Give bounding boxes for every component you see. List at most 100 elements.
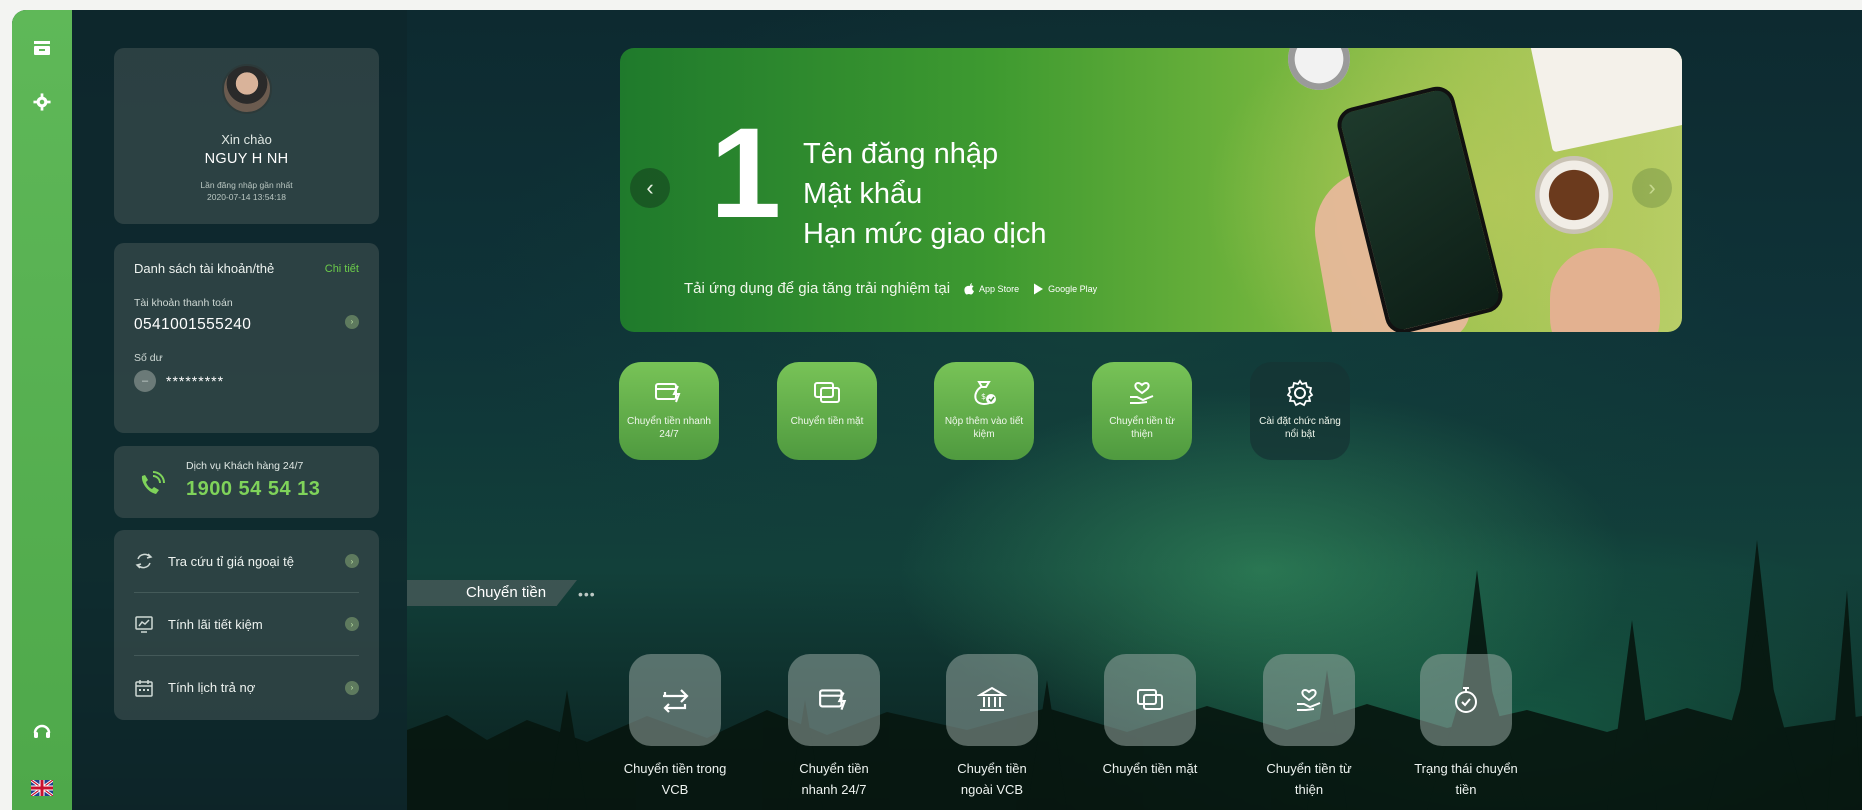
cash-transfer-icon [812,378,842,408]
cash-transfer-icon [1137,689,1163,710]
transfer-within-vcb[interactable]: Chuyển tiền trong VCB [615,654,735,800]
quick-action-feature-settings[interactable]: Cài đặt chức năng nổi bật [1250,362,1350,460]
balance-value: ********* [166,373,225,389]
transfer-action-text: Chuyển tiền từ thiện [1266,761,1352,797]
transfer-fast-247[interactable]: Chuyển tiền nhanh 24/7 [774,654,894,800]
app-store-badge[interactable]: App Store [964,282,1020,295]
hotline-label: Dịch vụ Khách hàng 24/7 [186,460,304,472]
accounts-detail-link[interactable]: Chi tiết [325,263,359,275]
phone-icon [141,471,165,494]
transfer-action-text: Trạng thái chuyển tiền [1414,761,1518,797]
app-store-label: App Store [979,283,1020,294]
transfer-status[interactable]: Trạng thái chuyển tiền [1406,654,1526,800]
last-login-label: Lần đăng nhập gần nhất [200,180,293,190]
headset-icon[interactable] [30,720,54,744]
banner-line: Tên đăng nhập [803,138,999,170]
transfer-action-label: Trạng thái chuyển tiền [1406,758,1526,800]
exchange-icon [134,551,154,571]
svg-text:$: $ [981,392,986,401]
tool-label: Tính lịch trả nợ [168,680,256,695]
chevron-right-icon: › [345,680,359,695]
user-name: NGUY H NH [204,151,289,167]
banner-line: Hạn mức giao dịch [803,218,1047,250]
last-login: Lần đăng nhập gần nhất 2020-07-14 13:54:… [114,179,379,203]
section-title: Chuyển tiền [466,584,547,601]
tool-savings-interest[interactable]: Tính lãi tiết kiệm › [134,593,359,656]
avatar[interactable] [222,64,272,114]
hotline-card[interactable]: Dịch vụ Khách hàng 24/7 1900 54 54 13 [114,446,379,518]
chevron-right-icon[interactable]: › [345,314,359,329]
play-icon [1034,283,1044,294]
bank-icon [977,686,1007,711]
tool-label: Tính lãi tiết kiệm [168,616,263,632]
banner-next-button[interactable]: › [1632,168,1672,208]
quick-action-label: Chuyển tiền nhanh 24/7 [627,416,711,440]
transfer-charity[interactable]: Chuyển tiền từ thiện [1249,654,1369,800]
uk-flag-icon[interactable] [30,776,54,800]
quick-action-fast-transfer[interactable]: Chuyển tiền nhanh 24/7 [619,362,719,460]
chevron-right-icon: › [345,554,359,568]
quick-action-label: Cài đặt chức năng nổi bật [1259,416,1341,440]
watch-image [1288,48,1350,90]
stopwatch-icon [1455,687,1477,713]
transfer-outside-vcb[interactable]: Chuyển tiền ngoài VCB [932,654,1052,800]
accounts-title: Danh sách tài khoản/thẻ [134,261,275,276]
transfer-action-text: Chuyển tiền mặt [1102,761,1198,776]
gear-icon[interactable] [30,90,54,114]
banner-big-number: 1 [710,102,782,245]
banner-headline: Tên đăng nhập Mật khẩu Hạn mức giao dịch [803,134,1046,254]
swap-icon [663,689,689,713]
money-bag-icon: $ [969,378,999,408]
banner-line: Mật khẩu [803,178,923,210]
quick-action-savings-deposit[interactable]: $ Nộp thêm vào tiết kiệm [934,362,1034,460]
transfer-action-label: Chuyển tiền nhanh 24/7 [774,758,894,800]
quick-action-label: Chuyển tiền từ thiện [1109,416,1175,440]
coffee-cup-image [1535,156,1613,234]
app-frame: Xin chào NGUY H NH Lần đăng nhập gần nhấ… [12,10,1862,810]
google-play-badge[interactable]: Google Play [1033,283,1097,295]
transfer-action-label: Chuyển tiền ngoài VCB [932,758,1052,800]
transfer-action-label: Chuyển tiền mặt [1090,758,1210,779]
account-number: 0541001555240 [134,316,252,333]
quick-action-label: Chuyển tiền mặt [790,416,864,427]
tool-exchange-rate[interactable]: Tra cứu tỉ giá ngoại tệ › [134,530,359,593]
transfer-action-text: Chuyển tiền ngoài VCB [957,761,1027,797]
balance-label: Số dư [134,352,163,364]
settings-icon [1285,378,1315,408]
quick-action-label: Nộp thêm vào tiết kiệm [944,416,1024,440]
accounts-card: Danh sách tài khoản/thẻ Chi tiết Tài kho… [114,243,379,433]
chart-icon [134,614,154,634]
more-icon[interactable]: ••• [578,586,596,602]
transfer-action-label: Chuyển tiền từ thiện [1249,758,1369,800]
banner-prev-button[interactable]: ‹ [630,168,670,208]
promo-banner[interactable]: ‹ › 1 Tên đăng nhập Mật khẩu Hạn mức gia… [620,48,1682,332]
account-type: Tài khoản thanh toán [134,297,233,309]
charity-icon [1297,688,1321,711]
apple-icon [964,282,975,294]
eye-icon[interactable]: – [134,370,156,392]
tools-card: Tra cứu tỉ giá ngoại tệ › Tính lãi tiết … [114,530,379,720]
tool-label: Tra cứu tỉ giá ngoại tệ [168,553,295,569]
hand-image [1550,248,1660,332]
hotline-number: 1900 54 54 13 [186,478,321,500]
greeting: Xin chào [221,132,272,147]
calendar-icon [134,678,154,698]
fast-transfer-icon [654,378,684,408]
transfer-cash[interactable]: Chuyển tiền mặt [1090,654,1210,779]
tool-repayment-schedule[interactable]: Tính lịch trả nợ › [134,656,359,719]
icon-rail [12,10,72,810]
profile-card: Xin chào NGUY H NH Lần đăng nhập gần nhấ… [114,48,379,224]
banner-footer: Tải ứng dụng để gia tăng trải nghiệm tại… [684,280,1097,297]
notebook-image [1530,48,1682,153]
transfer-action-text: Chuyển tiền trong VCB [623,761,727,797]
banner-footer-text: Tải ứng dụng để gia tăng trải nghiệm tại [684,280,951,297]
fast-transfer-icon [819,689,847,710]
google-play-label: Google Play [1048,283,1098,294]
quick-action-charity[interactable]: Chuyển tiền từ thiện [1092,362,1192,460]
charity-icon [1127,378,1157,408]
last-login-time: 2020-07-14 13:54:18 [207,192,286,202]
inbox-icon[interactable] [30,36,54,60]
transfer-action-text: Chuyển tiền nhanh 24/7 [799,761,869,797]
chevron-right-icon: › [345,617,359,631]
quick-action-cash-transfer[interactable]: Chuyển tiền mặt [777,362,877,460]
